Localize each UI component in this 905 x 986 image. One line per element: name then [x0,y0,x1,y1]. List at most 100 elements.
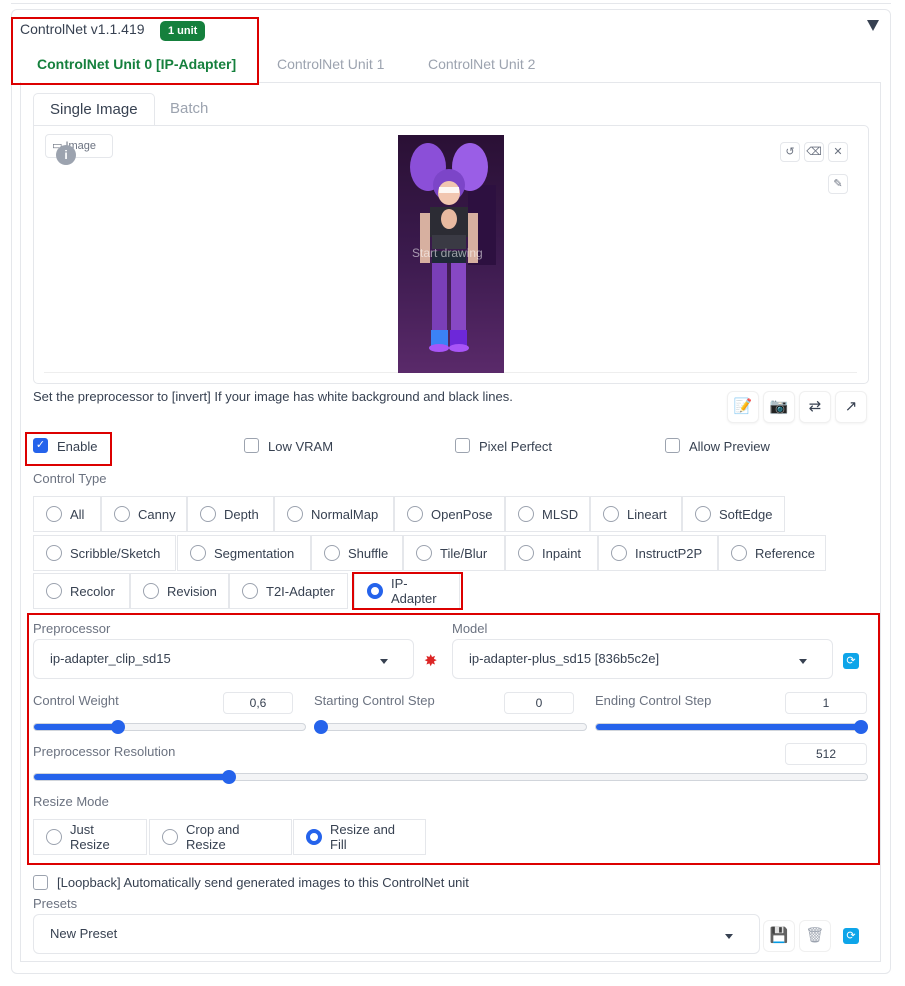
radio-dot [407,506,423,522]
radio-label: Scribble/Sketch [70,545,161,561]
radio-dot [518,545,534,561]
radio-dot [731,545,747,561]
control-type-inpaint[interactable]: Inpaint [505,535,598,571]
control-type-ip-adapter[interactable]: IP-Adapter [354,573,460,609]
close-icon[interactable]: ✕ [828,142,848,162]
control-type-scribble[interactable]: Scribble/Sketch [33,535,176,571]
preprocessor-resolution-input[interactable]: 512 [785,743,867,765]
send-icon[interactable]: ↗ [835,391,867,423]
starting-step-input[interactable]: 0 [504,692,574,714]
pencil-icon[interactable]: 📝 [727,391,759,423]
control-type-recolor[interactable]: Recolor [33,573,130,609]
radio-label: Crop and Resize [186,822,240,852]
control-type-openpose[interactable]: OpenPose [394,496,505,532]
info-icon[interactable]: i [56,145,76,165]
allow-preview-label: Allow Preview [689,439,770,454]
control-type-mlsd[interactable]: MLSD [505,496,590,532]
radio-dot [114,506,130,522]
starting-step-label: Starting Control Step [314,693,435,708]
tab-unit-2[interactable]: ControlNet Unit 2 [428,56,535,80]
radio-dot [46,506,62,522]
resize-mode-label: Resize Mode [33,794,109,809]
radio-dot [143,583,159,599]
control-weight-label: Control Weight [33,693,119,708]
control-type-revision[interactable]: Revision [130,573,229,609]
preprocessor-select[interactable]: ip-adapter_clip_sd15 [33,639,414,679]
panel-title[interactable]: ControlNet v1.1.419 [20,21,145,37]
radio-label: Shuffle [348,545,389,561]
pixel-perfect-checkbox[interactable] [455,438,470,453]
radio-dot [416,545,432,561]
tab-unit-1[interactable]: ControlNet Unit 1 [277,56,384,80]
model-value: ip-adapter-plus_sd15 [836b5c2e] [469,651,660,666]
control-type-normalmap[interactable]: NormalMap [274,496,394,532]
preprocessor-resolution-thumb[interactable] [221,770,236,784]
radio-label: Resize and Fill [330,822,396,852]
radio-label: IP-Adapter [391,576,437,606]
radio-label: InstructP2P [635,545,703,561]
radio-label: Lineart [627,506,667,522]
control-type-reference[interactable]: Reference [718,535,826,571]
resize-crop-and-resize[interactable]: Crop and Resize [149,819,292,855]
control-type-t2i-adapter[interactable]: T2I-Adapter [229,573,348,609]
control-type-lineart[interactable]: Lineart [590,496,682,532]
radio-label: T2I-Adapter [266,583,335,599]
model-label: Model [452,621,488,636]
preset-select[interactable]: New Preset [33,914,760,954]
refresh-icon[interactable]: ⟳ [843,653,859,669]
refresh-icon[interactable]: ⟳ [843,928,859,944]
preprocessor-resolution-label: Preprocessor Resolution [33,744,176,759]
trash-icon[interactable]: 🗑 [799,920,831,952]
starting-step-thumb[interactable] [314,720,328,734]
loopback-checkbox[interactable] [33,875,48,890]
radio-label: All [70,506,85,522]
save-icon[interactable]: 💾 [763,920,795,952]
tab-unit-0[interactable]: ControlNet Unit 0 [IP-Adapter] [37,56,236,80]
starting-step-track[interactable] [314,723,587,731]
enable-checkbox[interactable]: ✓ [33,438,48,453]
ending-step-input[interactable]: 1 [785,692,867,714]
tab-single-image[interactable]: Single Image [33,93,155,126]
radio-dot [46,545,62,561]
model-select[interactable]: ip-adapter-plus_sd15 [836b5c2e] [452,639,833,679]
resize-and-fill[interactable]: Resize and Fill [293,819,426,855]
preprocessor-value: ip-adapter_clip_sd15 [50,651,171,666]
explode-icon[interactable]: ✸ [424,651,437,671]
undo-icon[interactable]: ↺ [780,142,800,162]
radio-dot [200,506,216,522]
control-type-softedge[interactable]: SoftEdge [682,496,785,532]
swap-icon[interactable]: ⇄ [799,391,831,423]
previous-panel-edge [11,0,891,4]
collapse-arrow-icon[interactable] [867,20,879,31]
control-type-instructp2p[interactable]: InstructP2P [598,535,718,571]
radio-label: Segmentation [214,545,295,561]
control-type-shuffle[interactable]: Shuffle [311,535,403,571]
radio-dot [518,506,534,522]
radio-dot [324,545,340,561]
ending-step-thumb[interactable] [854,720,868,734]
control-type-segmentation[interactable]: Segmentation [177,535,311,571]
radio-label: Just Resize [70,822,110,852]
control-weight-input[interactable]: 0,6 [223,692,293,714]
preprocessor-resolution-track[interactable] [33,773,868,781]
radio-label: Recolor [70,583,115,599]
low-vram-label: Low VRAM [268,439,334,454]
radio-label: SoftEdge [719,506,773,522]
low-vram-checkbox[interactable] [244,438,259,453]
resize-just-resize[interactable]: Just Resize [33,819,147,855]
radio-label: OpenPose [431,506,493,522]
allow-preview-checkbox[interactable] [665,438,680,453]
control-weight-thumb[interactable] [110,720,125,734]
control-weight-track[interactable] [33,723,306,731]
brush-icon[interactable]: ✎ [828,174,848,194]
presets-label: Presets [33,896,78,911]
tab-batch[interactable]: Batch [154,93,224,126]
ending-step-track[interactable] [595,723,868,731]
eraser-icon[interactable]: ⌫ [804,142,824,162]
control-type-depth[interactable]: Depth [187,496,274,532]
control-type-canny[interactable]: Canny [101,496,187,532]
control-type-label: Control Type [33,471,107,486]
camera-icon[interactable]: 📷 [763,391,795,423]
control-type-tile-blur[interactable]: Tile/Blur [403,535,505,571]
control-type-all[interactable]: All [33,496,101,532]
